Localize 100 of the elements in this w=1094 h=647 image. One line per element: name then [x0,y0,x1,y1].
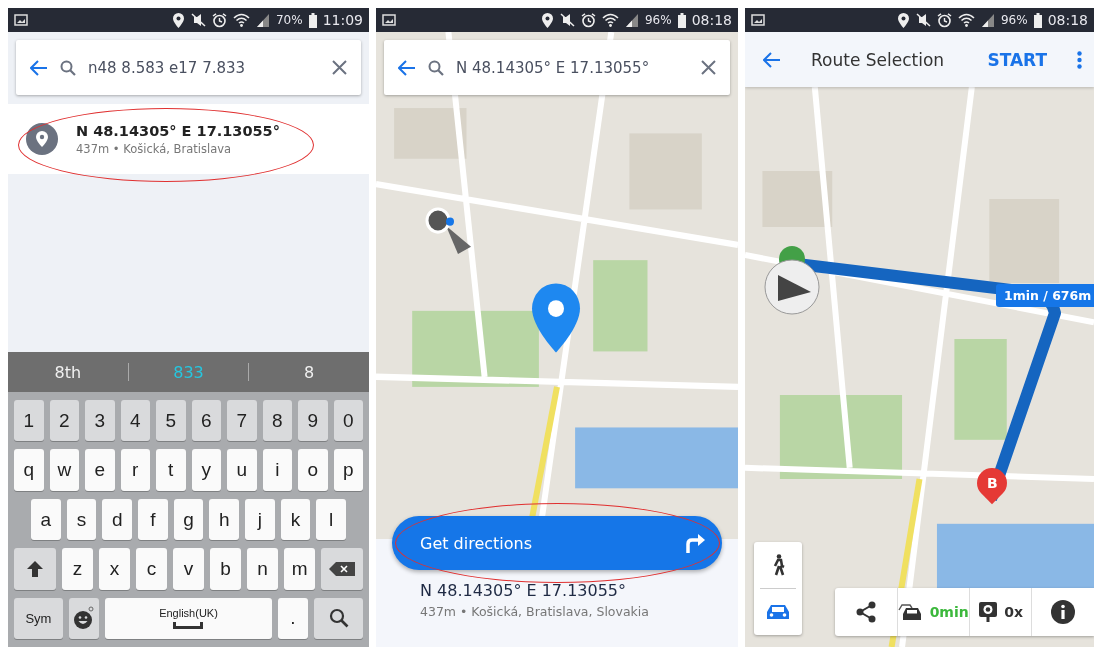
cars-icon [897,602,924,622]
search-key[interactable] [314,597,363,640]
location-icon [541,12,553,28]
keyboard-key[interactable]: . [277,597,309,640]
alarm-icon [580,12,596,28]
keyboard-key[interactable]: a [31,498,61,541]
location-marker-icon [425,207,471,255]
keyboard-key[interactable]: n [247,548,279,590]
alarm-icon [936,12,952,28]
place-title: N 48.14305° E 17.13055° [420,581,628,600]
mute-icon [558,13,575,27]
result-subtitle: 437m • Košická, Bratislava [76,141,233,156]
keyboard-key[interactable]: m [284,548,316,590]
keyboard-key[interactable]: e [85,449,115,491]
get-directions-button[interactable]: Get directions [392,516,722,570]
keyboard-key[interactable]: x [98,548,130,590]
space-key[interactable]: English(UK) [105,597,272,640]
map-pin-icon [532,283,580,353]
keyboard-key[interactable]: s [66,498,97,541]
gallery-icon [382,14,396,26]
shift-arrow-icon [25,559,44,578]
battery-level: 70% [275,13,303,27]
search-field[interactable]: N 48.14305° E 17.13055° [384,40,730,95]
speed-camera-button[interactable]: 0x [968,588,1032,636]
info-icon [1051,600,1076,624]
keyboard-key[interactable]: 9 [298,400,328,442]
walking-person-icon [771,554,785,576]
more-options-icon[interactable] [1077,50,1082,69]
wifi-icon [957,13,975,27]
keyboard-key[interactable]: b [210,548,242,590]
keyboard-key[interactable]: 1 [14,400,44,442]
keyboard-key[interactable]: 2 [49,400,79,442]
search-query: n48 8.583 e17 7.833 [88,58,247,77]
close-icon[interactable] [332,60,347,75]
place-address: 437m • Košická, Bratislava, Slovakia [420,604,650,619]
keyboard-key[interactable]: d [102,498,132,541]
keyboard-key[interactable]: i [262,449,292,491]
location-icon [897,12,909,28]
back-arrow-icon[interactable] [398,59,416,76]
keyboard-key[interactable]: h [209,498,240,541]
keyboard-key[interactable]: f [138,498,168,541]
emoji-icon [73,606,96,631]
keyboard-key[interactable]: k [280,498,311,541]
start-button[interactable]: START [987,49,1047,70]
keyboard-key[interactable]: 5 [156,400,186,442]
wifi-icon [232,13,250,27]
battery-level: 96% [644,13,672,27]
keyboard-key[interactable]: y [191,449,221,491]
battery-level: 96% [1000,13,1028,27]
keyboard-key[interactable]: c [135,548,167,590]
keyboard-key[interactable]: p [333,449,363,491]
signal-icon [980,13,995,27]
close-icon[interactable] [701,60,716,75]
clock-time: 08:18 [691,12,732,28]
keyboard-key[interactable]: u [227,449,257,491]
keyboard-key[interactable]: r [120,449,150,491]
word-suggestion[interactable]: 8th [8,362,128,382]
location-pin-icon [26,123,58,155]
clock-time: 08:18 [1047,12,1088,28]
keyboard-key[interactable]: q [14,449,44,491]
keyboard-key[interactable]: o [298,449,328,491]
keyboard-key[interactable]: 3 [85,400,115,442]
keyboard-key[interactable]: t [156,449,186,491]
search-icon [428,59,444,76]
keyboard-key[interactable]: z [61,548,93,590]
signal-icon [624,13,639,27]
shift-key[interactable] [14,548,56,590]
keyboard-key[interactable]: 7 [227,400,257,442]
turn-right-arrow-icon [684,532,706,554]
mute-icon [914,13,931,27]
wifi-icon [601,13,619,27]
mute-icon [189,13,206,27]
search-field[interactable]: n48 8.583 e17 7.833 [16,40,361,95]
battery-icon [308,12,317,28]
keyboard-key[interactable]: 6 [191,400,221,442]
gallery-icon [751,14,765,26]
clock-time: 11:09 [322,12,363,28]
search-query: N 48.14305° E 17.13055° [456,58,651,77]
keyboard-key[interactable]: l [316,498,347,541]
backspace-key[interactable] [321,548,363,590]
location-icon [172,12,184,28]
search-result[interactable]: N 48.14305° E 17.13055° 437m • Košická, Bratislava [8,104,369,174]
back-arrow-icon[interactable] [30,59,48,76]
search-icon [60,59,76,76]
symbols-key[interactable]: Sym [14,597,63,640]
back-arrow-icon[interactable] [763,51,781,68]
backspace-icon [329,561,356,576]
keyboard-key[interactable]: j [245,498,275,541]
screen-title: Route Selection [811,49,946,70]
keyboard-key[interactable]: 4 [120,400,150,442]
emoji-key[interactable] [68,597,100,640]
result-title: N 48.14305° E 17.13055° [76,122,280,139]
alarm-icon [211,12,227,28]
keyboard-key[interactable]: 0 [333,400,363,442]
keyboard-key[interactable]: g [173,498,204,541]
keyboard-key[interactable]: 8 [262,400,292,442]
word-suggestion[interactable]: 8 [249,362,369,382]
keyboard-key[interactable]: v [173,548,204,590]
gallery-icon [14,14,28,26]
keyboard-key[interactable]: w [49,449,79,491]
